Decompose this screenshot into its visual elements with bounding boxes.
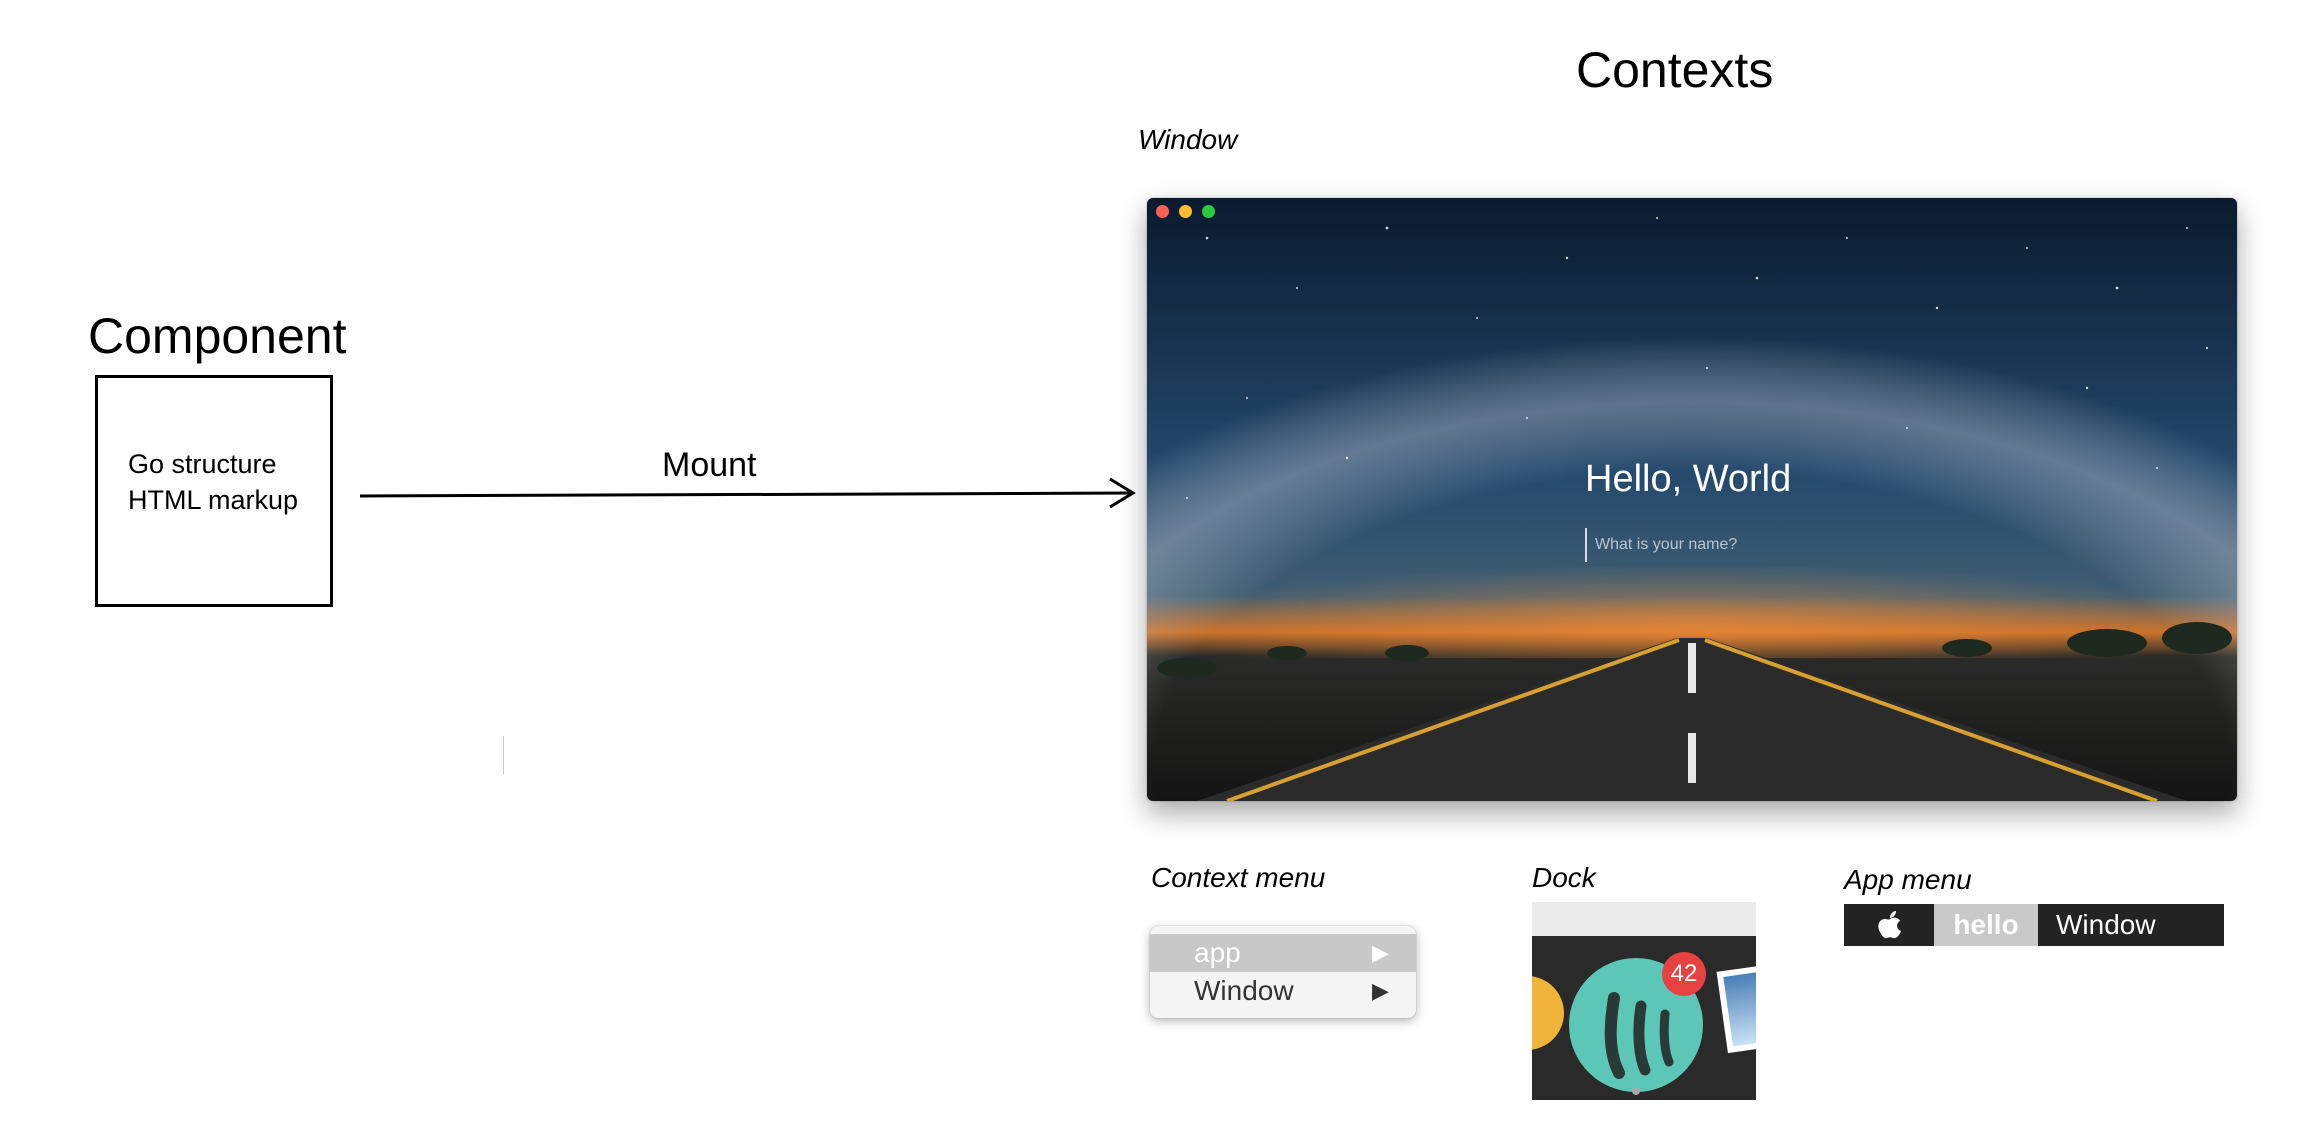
mount-arrow — [359, 477, 1136, 509]
component-box: Go structure HTML markup — [95, 375, 333, 607]
apple-icon — [1878, 911, 1901, 939]
context-menu-item-app[interactable]: app ▶ — [1150, 934, 1416, 972]
context-menu-caption: Context menu — [1151, 862, 1326, 893]
close-traffic-light-icon[interactable] — [1156, 205, 1169, 218]
component-line-html-markup: HTML markup — [128, 485, 299, 515]
dock-running-indicator — [1632, 1087, 1640, 1095]
submenu-arrow-icon: ▶ — [1372, 940, 1389, 965]
dock-photo-icon[interactable] — [1716, 964, 1756, 1054]
context-menu: app ▶ Window ▶ — [1150, 926, 1416, 1018]
context-menu-item-window-label: Window — [1194, 975, 1294, 1006]
apple-menu[interactable] — [1844, 904, 1934, 946]
dock-caption: Dock — [1532, 862, 1596, 893]
app-menu-window[interactable]: Window — [2038, 904, 2224, 946]
contexts-title: Contexts — [1576, 42, 1774, 98]
name-input-placeholder: What is your name? — [1595, 536, 1738, 553]
minimize-traffic-light-icon[interactable] — [1179, 205, 1192, 218]
app-window: Hello, World What is your name? — [1147, 198, 2237, 801]
dock-top-strip — [1532, 902, 1756, 936]
context-menu-item-app-label: app — [1194, 937, 1241, 968]
app-menu-caption: App menu — [1844, 864, 1972, 895]
zoom-traffic-light-icon[interactable] — [1202, 205, 1215, 218]
app-menu-hello[interactable]: hello — [1934, 904, 2038, 946]
dock: 42 — [1532, 936, 1756, 1100]
app-menu-bar: hello Window — [1844, 904, 2224, 946]
dock-badge: 42 — [1662, 952, 1706, 996]
context-menu-item-window[interactable]: Window ▶ — [1150, 972, 1416, 1010]
dock-app-icon-left[interactable] — [1532, 976, 1564, 1050]
component-line-go-structure: Go structure — [128, 449, 277, 479]
component-title: Component — [88, 308, 347, 364]
cursor-line — [503, 736, 504, 774]
hello-heading: Hello, World — [1585, 458, 1792, 500]
window-caption: Window — [1138, 124, 1238, 155]
submenu-arrow-icon: ▶ — [1372, 978, 1389, 1003]
name-input[interactable]: What is your name? — [1585, 528, 1807, 562]
